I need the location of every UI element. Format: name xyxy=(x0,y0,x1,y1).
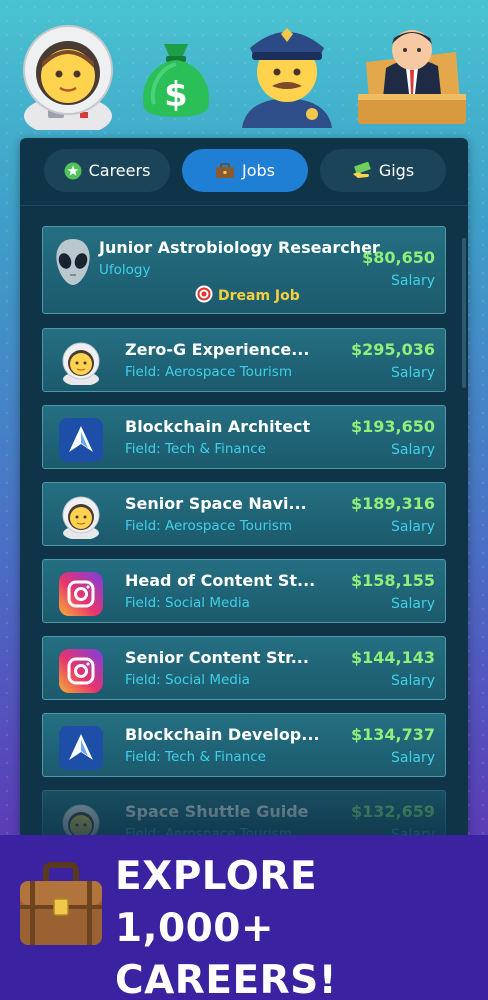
money-hand-icon xyxy=(352,161,372,180)
briefcase-icon xyxy=(215,162,235,179)
job-field: Ufology xyxy=(99,262,151,278)
job-salary: $80,650 xyxy=(362,248,435,267)
money-bag-icon: $ xyxy=(142,44,210,117)
tab-bar: Careers Jobs Gigs xyxy=(20,138,468,206)
police-officer-icon xyxy=(242,28,332,128)
job-salary: $158,155 xyxy=(350,571,435,590)
astronaut-icon xyxy=(58,494,104,540)
job-field: Field: Social Media xyxy=(125,595,250,611)
astronaut-icon xyxy=(58,802,104,838)
camera-app-icon xyxy=(58,571,104,617)
salary-label: Salary xyxy=(391,442,435,458)
tab-careers-label: Careers xyxy=(88,161,151,180)
tab-gigs-label: Gigs xyxy=(378,161,415,180)
salary-label: Salary xyxy=(391,365,435,381)
svg-text:$: $ xyxy=(164,75,188,115)
camera-app-icon xyxy=(58,648,104,694)
job-salary: $189,316 xyxy=(350,494,435,513)
salary-label: Salary xyxy=(391,519,435,535)
dream-job-label: Dream Job xyxy=(218,288,300,304)
job-field: Field: Aerospace Tourism xyxy=(125,518,292,534)
job-salary: $134,737 xyxy=(350,725,435,744)
scrollbar[interactable] xyxy=(462,238,466,388)
job-card-junior-astrobiology-researcher[interactable]: Junior Astrobiology Researcher Ufology $… xyxy=(42,226,446,314)
job-card[interactable]: Senior Space Navi... Field: Aerospace To… xyxy=(42,482,446,546)
jobs-panel: Careers Jobs Gigs Junior Astrobiology Re… xyxy=(20,138,468,838)
hero-illustrations: $ xyxy=(0,14,488,132)
job-card[interactable]: Space Shuttle Guide Field: Aerospace Tou… xyxy=(42,790,446,838)
job-salary: $132,659 xyxy=(350,802,435,821)
tab-careers[interactable]: Careers xyxy=(44,149,170,192)
job-field: Field: Tech & Finance xyxy=(125,441,266,457)
job-title: Zero-G Experience... xyxy=(125,340,310,359)
judge-icon xyxy=(358,30,466,124)
job-title: Blockchain Architect xyxy=(125,417,311,436)
job-card[interactable]: Blockchain Develop... Field: Tech & Fina… xyxy=(42,713,446,777)
job-field: Field: Tech & Finance xyxy=(125,749,266,765)
job-salary: $295,036 xyxy=(350,340,435,359)
promo-banner: EXPLORE 1,000+ CAREERS! xyxy=(0,835,488,1000)
job-field: Field: Aerospace Tourism xyxy=(125,364,292,380)
job-title: Senior Space Navi... xyxy=(125,494,307,513)
salary-label: Salary xyxy=(391,273,435,289)
briefcase-icon xyxy=(20,862,102,945)
job-title: Blockchain Develop... xyxy=(125,725,320,744)
blockchain-app-icon xyxy=(58,725,104,771)
job-card[interactable]: Blockchain Architect Field: Tech & Finan… xyxy=(42,405,446,469)
promo-headline: EXPLORE 1,000+ CAREERS! xyxy=(115,851,475,1000)
tab-jobs-label: Jobs xyxy=(242,161,275,180)
job-field: Field: Social Media xyxy=(125,672,250,688)
job-salary: $193,650 xyxy=(350,417,435,436)
salary-label: Salary xyxy=(391,673,435,689)
job-title: Junior Astrobiology Researcher xyxy=(99,238,380,257)
astronaut-icon xyxy=(23,25,113,130)
job-salary: $144,143 xyxy=(350,648,435,667)
salary-label: Salary xyxy=(391,750,435,766)
astronaut-icon xyxy=(58,340,104,386)
job-title: Senior Content Str... xyxy=(125,648,309,667)
dream-job-badge: Dream Job xyxy=(195,285,300,307)
tab-gigs[interactable]: Gigs xyxy=(320,149,446,192)
tab-jobs[interactable]: Jobs xyxy=(182,149,308,192)
blockchain-app-icon xyxy=(58,417,104,463)
job-card[interactable]: Zero-G Experience... Field: Aerospace To… xyxy=(42,328,446,392)
target-icon xyxy=(195,285,213,307)
salary-label: Salary xyxy=(391,596,435,612)
star-badge-icon xyxy=(64,162,82,180)
job-title: Head of Content St... xyxy=(125,571,316,590)
alien-icon xyxy=(53,237,93,287)
promo-line-2: CAREERS! xyxy=(115,958,338,1000)
job-card[interactable]: Senior Content Str... Field: Social Medi… xyxy=(42,636,446,700)
job-card[interactable]: Head of Content St... Field: Social Medi… xyxy=(42,559,446,623)
promo-line-1: EXPLORE 1,000+ xyxy=(115,854,318,951)
job-title: Space Shuttle Guide xyxy=(125,802,309,821)
